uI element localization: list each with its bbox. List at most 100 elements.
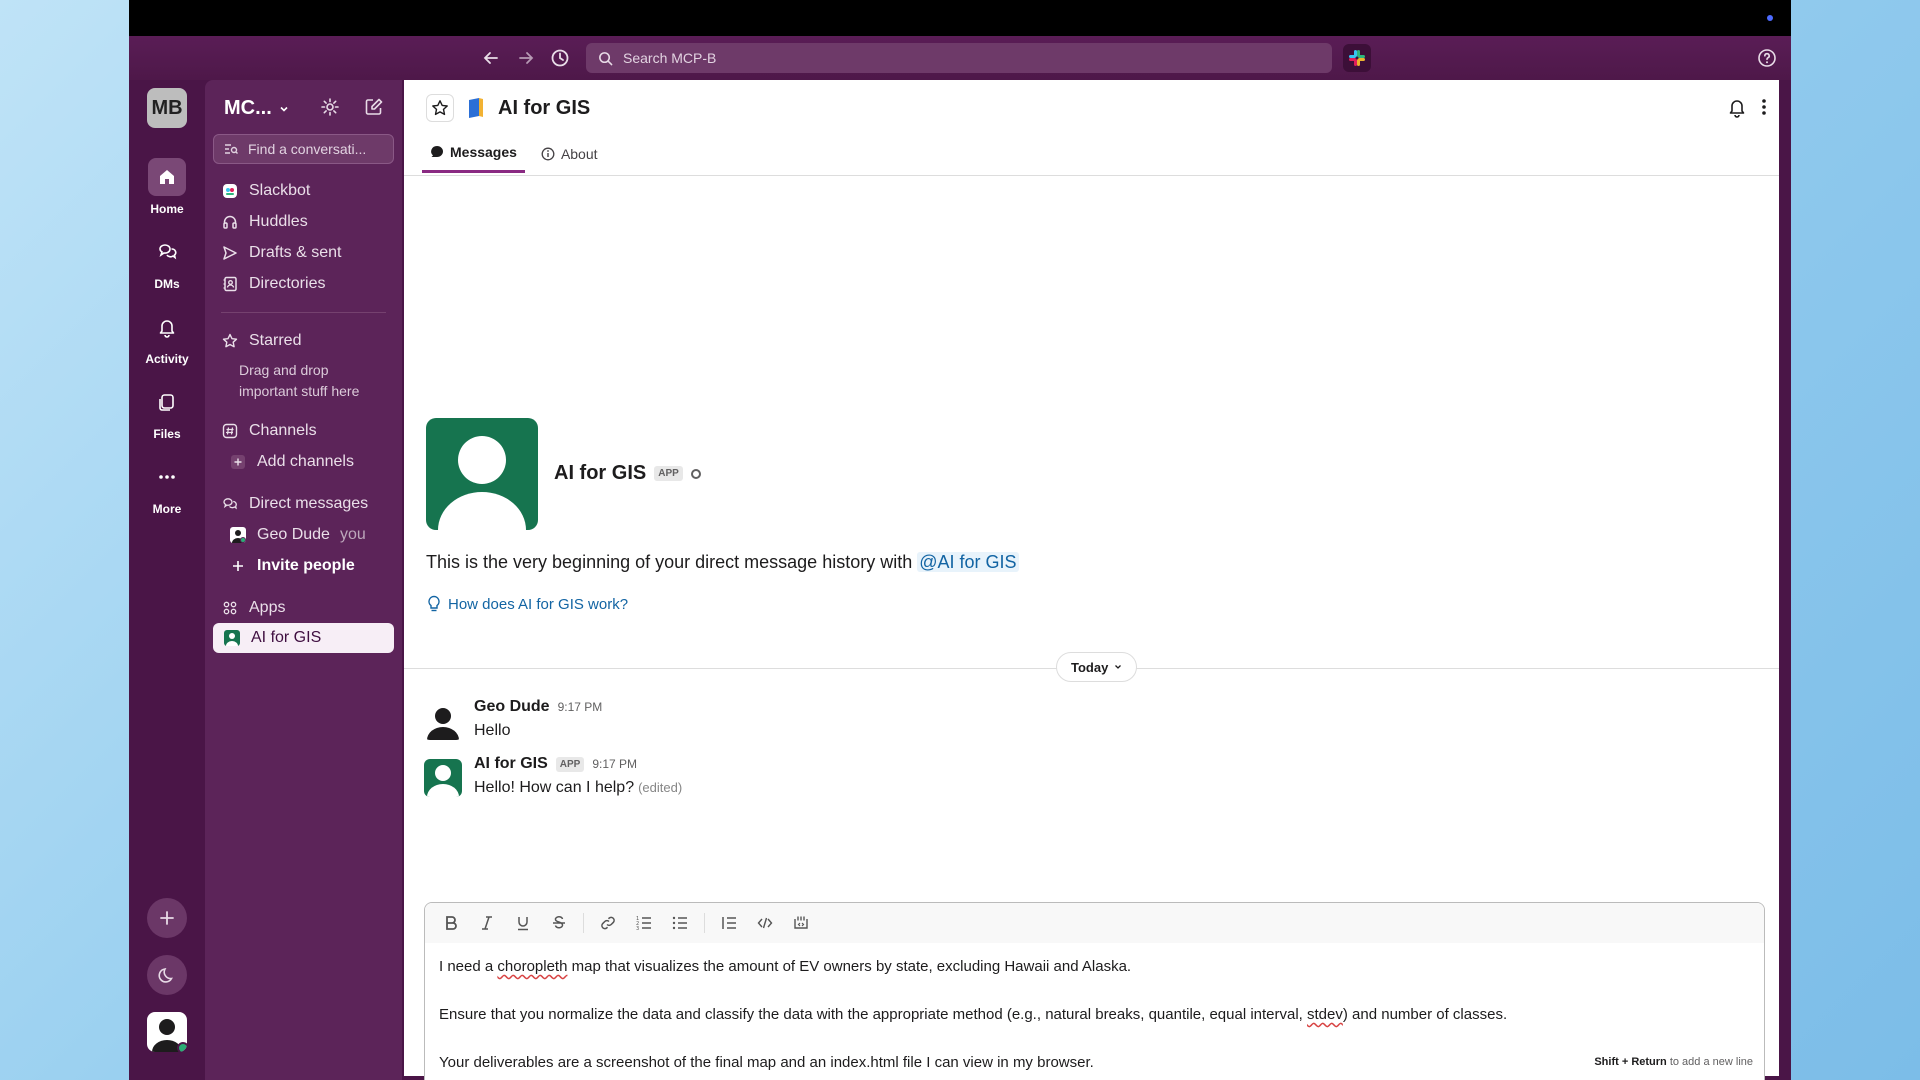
settings-gear-icon[interactable] <box>319 96 341 118</box>
sidebar-item-label: Add channels <box>257 453 354 470</box>
message-author[interactable]: Geo Dude <box>474 698 550 716</box>
sidebar-section-apps[interactable]: Apps <box>221 595 402 621</box>
ai-for-gis-avatar[interactable] <box>424 759 462 797</box>
slack-logo-icon[interactable] <box>1343 44 1371 72</box>
rail-dms[interactable]: DMs <box>129 233 205 291</box>
chevron-down-icon <box>1115 665 1122 669</box>
draft-line: Your deliverables are a screenshot of th… <box>439 1054 1094 1071</box>
conversation-pane: AI for GIS Messages About AI for GIS APP… <box>404 80 1779 1080</box>
workspace-name: MC... <box>224 97 272 119</box>
link-icon[interactable] <box>592 907 624 939</box>
bold-icon[interactable] <box>435 907 467 939</box>
draft-line: Ensure that you normalize the data and c… <box>439 1003 1749 1027</box>
channel-header: AI for GIS Messages About <box>404 80 1779 176</box>
headphones-icon <box>221 213 239 231</box>
day-jump-button[interactable]: Today <box>1056 652 1138 682</box>
message-composer[interactable]: 123 I need a choropleth map that visuali… <box>424 902 1765 1080</box>
sidebar-item-drafts[interactable]: Drafts & sent <box>221 240 402 266</box>
channel-sidebar: MC... Find a conversati... Slackbot Hudd… <box>205 80 402 1080</box>
apps-grid-icon <box>221 599 239 617</box>
hint-text: to add a new line <box>1666 1056 1753 1068</box>
sidebar-item-slackbot[interactable]: Slackbot <box>221 178 402 204</box>
presence-away-icon <box>690 468 701 479</box>
blockquote-icon[interactable] <box>713 907 745 939</box>
workspace-avatar[interactable]: MB <box>147 88 187 128</box>
history-clock-icon[interactable] <box>548 46 572 70</box>
sidebar-section-channels[interactable]: Channels <box>221 418 402 444</box>
sidebar-section-starred[interactable]: Starred <box>221 328 402 354</box>
how-it-works-link[interactable]: How does AI for GIS work? <box>426 595 628 613</box>
sidebar-item-directories[interactable]: Directories <box>221 271 402 297</box>
more-dots-icon <box>148 458 186 496</box>
search-bar[interactable] <box>586 43 1332 73</box>
invite-people-button[interactable]: Invite people <box>229 553 410 579</box>
sidebar-item-ai-for-gis[interactable]: AI for GIS <box>213 623 394 653</box>
bell-icon <box>148 308 186 346</box>
message-meta: Geo Dude 9:17 PM <box>474 698 602 716</box>
intro-text-prefix: This is the very beginning of your direc… <box>426 552 918 572</box>
bell-icon[interactable] <box>1726 96 1748 118</box>
title-bar <box>129 0 1791 36</box>
strikethrough-icon[interactable] <box>543 907 575 939</box>
italic-icon[interactable] <box>471 907 503 939</box>
geo-dude-avatar[interactable] <box>424 702 462 740</box>
ordered-list-icon[interactable]: 123 <box>628 907 660 939</box>
message-author[interactable]: AI for GIS <box>474 755 548 773</box>
spellcheck-word: stdev <box>1307 1006 1343 1023</box>
ai-for-gis-large-avatar[interactable] <box>426 418 538 530</box>
filter-search-icon <box>225 144 238 154</box>
search-icon <box>598 51 613 66</box>
channel-title[interactable]: AI for GIS <box>498 97 590 120</box>
slackbot-icon <box>221 182 239 200</box>
sidebar-item-geo-dude[interactable]: Geo Dude you <box>229 522 410 548</box>
sidebar-item-label: AI for GIS <box>251 629 322 646</box>
message-item: Geo Dude 9:17 PM Hello <box>424 698 1724 748</box>
back-arrow-icon[interactable] <box>479 46 503 70</box>
workspace-menu[interactable]: MC... <box>224 97 290 120</box>
toolbar-divider <box>583 913 584 933</box>
intro-name-text[interactable]: AI for GIS <box>554 462 646 485</box>
search-input[interactable] <box>623 50 1303 66</box>
sidebar-item-huddles[interactable]: Huddles <box>221 209 402 235</box>
composer-text[interactable]: I need a choropleth map that visualizes … <box>439 955 1749 1080</box>
tab-about[interactable]: About <box>533 138 606 173</box>
moon-icon <box>158 968 173 983</box>
compose-icon[interactable] <box>363 96 385 118</box>
message-time[interactable]: 9:17 PM <box>592 757 637 771</box>
rail-dms-label: DMs <box>154 277 180 291</box>
channel-title-row: AI for GIS <box>426 94 590 122</box>
hint-key: Shift + Return <box>1594 1056 1667 1068</box>
user-avatar[interactable] <box>147 1012 187 1052</box>
bulleted-list-icon[interactable] <box>664 907 696 939</box>
send-outline-icon <box>221 244 239 262</box>
theme-toggle-button[interactable] <box>147 955 187 995</box>
message-time[interactable]: 9:17 PM <box>558 700 603 714</box>
tab-label: About <box>560 145 598 162</box>
tab-messages[interactable]: Messages <box>422 138 525 173</box>
forward-arrow-icon[interactable] <box>514 46 538 70</box>
more-vertical-icon[interactable] <box>1758 96 1770 118</box>
sidebar-section-dms[interactable]: Direct messages <box>221 491 402 517</box>
rail-files[interactable]: Files <box>129 383 205 441</box>
add-channels-button[interactable]: Add channels <box>229 449 410 475</box>
sidebar-divider <box>221 312 386 313</box>
toolbar-divider <box>704 913 705 933</box>
draft-line: I need a choropleth map that visualizes … <box>439 955 1749 979</box>
rail-activity[interactable]: Activity <box>129 308 205 366</box>
underline-icon[interactable] <box>507 907 539 939</box>
code-icon[interactable] <box>749 907 781 939</box>
code-block-icon[interactable] <box>785 907 817 939</box>
find-conversation-input[interactable]: Find a conversati... <box>213 134 394 164</box>
rail-more[interactable]: More <box>129 458 205 516</box>
spellcheck-word: choropleth <box>497 958 568 975</box>
star-icon[interactable] <box>426 94 454 122</box>
help-icon[interactable] <box>1757 48 1777 68</box>
app-mention-link[interactable]: @AI for GIS <box>917 552 1019 572</box>
rail-home[interactable]: Home <box>129 158 205 216</box>
sidebar-item-label: Slackbot <box>249 182 311 199</box>
starred-hint-line: important stuff here <box>239 383 360 399</box>
info-icon <box>541 147 555 160</box>
lightbulb-icon <box>428 595 440 612</box>
sidebar-item-label: Starred <box>249 332 302 349</box>
add-workspace-button[interactable] <box>147 898 187 938</box>
